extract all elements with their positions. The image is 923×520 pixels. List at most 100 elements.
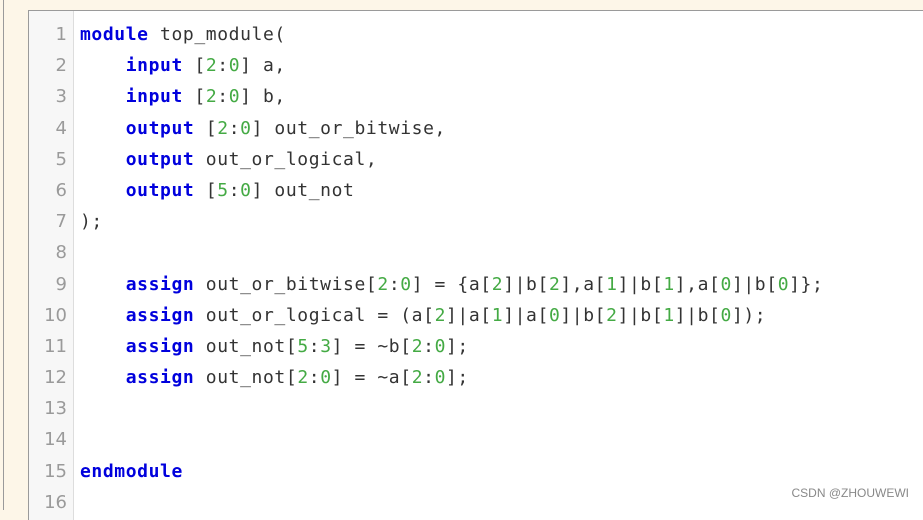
keyword-token: assign <box>125 335 195 357</box>
text-token: ]}; <box>789 273 824 295</box>
number-token: 1 <box>663 273 675 295</box>
code-text: input [2:0] a, <box>80 50 286 81</box>
text-token: : <box>388 273 401 295</box>
code-line[interactable]: 4 output [2:0] out_or_bitwise, <box>29 113 923 144</box>
code-lines: 1 module top_module(2 input [2:0] a, 3 inp… <box>29 19 923 518</box>
line-number: 6 <box>55 179 67 201</box>
text-token: ]|b[ <box>503 273 549 295</box>
text-token: ] out_not <box>251 179 355 201</box>
text-token: ] b, <box>240 86 286 108</box>
text-token: top_module( <box>148 24 286 45</box>
number-token: 2 <box>411 367 424 389</box>
code-line[interactable]: 16 <box>29 487 923 518</box>
text-token: : <box>217 86 229 108</box>
code-line[interactable]: 14 <box>29 424 923 455</box>
line-number: 10 <box>44 304 67 326</box>
code-text: ); <box>80 206 103 237</box>
number-token: 2 <box>434 304 446 326</box>
code-text: output [2:0] out_or_bitwise, <box>80 113 446 144</box>
code-line[interactable]: 15 endmodule <box>29 456 923 487</box>
number-token: 0 <box>228 55 241 77</box>
code-line[interactable]: 3 input [2:0] b, <box>29 81 923 112</box>
code-line[interactable]: 12 assign out_not[2:0] = ~a[2:0]; <box>29 362 923 393</box>
code-editor[interactable]: 1 module top_module(2 input [2:0] a, 3 inp… <box>28 10 923 520</box>
frame-border <box>3 0 4 510</box>
number-token: 5 <box>297 335 309 357</box>
number-token: 0 <box>777 273 790 295</box>
text-token: : <box>228 117 241 139</box>
text-token: ]|b[ <box>674 304 721 326</box>
text-token: : <box>228 179 241 201</box>
text-token: out_or_bitwise[ <box>194 273 378 295</box>
code-line[interactable]: 5 output out_or_logical, <box>29 144 923 175</box>
text-token: [ <box>194 179 218 201</box>
code-text: output [5:0] out_not <box>80 175 355 206</box>
text-token: out_not[ <box>194 335 298 357</box>
code-line[interactable]: 11 assign out_not[5:3] = ~b[2:0]; <box>29 331 923 362</box>
text-token: ]; <box>446 367 469 389</box>
number-token: 0 <box>240 117 252 139</box>
code-line[interactable]: 13 <box>29 393 923 424</box>
number-token: 2 <box>205 86 218 108</box>
code-text: endmodule <box>80 456 183 487</box>
code-text: output out_or_logical, <box>80 144 377 175</box>
keyword-token: assign <box>125 273 195 295</box>
code-line[interactable]: 2 input [2:0] a, <box>29 50 923 81</box>
line-number: 8 <box>55 242 67 264</box>
code-text: assign out_not[2:0] = ~a[2:0]; <box>80 362 469 393</box>
text-token: ); <box>80 211 103 233</box>
line-number: 4 <box>55 117 67 139</box>
text-token: out_or_logical = (a[ <box>194 304 435 326</box>
line-number: 2 <box>55 55 67 77</box>
code-text: assign out_or_logical = (a[2]|a[1]|a[0]|… <box>80 300 766 331</box>
number-token: 0 <box>548 304 561 326</box>
text-token: ] = ~b[ <box>331 335 412 357</box>
text-token: [ <box>182 86 206 108</box>
keyword-token: input <box>125 55 183 77</box>
text-token: ]|b[ <box>731 273 778 295</box>
code-text: module top_module( <box>80 19 286 50</box>
code-line[interactable]: 6 output [5:0] out_not <box>29 175 923 206</box>
code-line[interactable]: 7); <box>29 206 923 237</box>
keyword-token: input <box>125 86 183 108</box>
number-token: 0 <box>320 367 332 389</box>
line-number: 7 <box>55 211 67 233</box>
keyword-token: output <box>125 117 195 139</box>
watermark: CSDN @ZHOUWEWI <box>791 486 909 500</box>
text-token: out_or_logical, <box>194 148 378 170</box>
number-token: 2 <box>205 55 218 77</box>
code-line[interactable]: 9 assign out_or_bitwise[2:0] = {a[2]|b[2… <box>29 269 923 300</box>
number-token: 2 <box>606 304 618 326</box>
number-token: 0 <box>400 273 412 295</box>
code-text: input [2:0] b, <box>80 81 286 112</box>
number-token: 1 <box>663 304 675 326</box>
number-token: 3 <box>320 335 332 357</box>
code-text: assign out_or_bitwise[2:0] = {a[2]|b[2],… <box>80 269 823 300</box>
line-number: 11 <box>44 335 67 357</box>
code-line[interactable]: 8 <box>29 237 923 268</box>
number-token: 1 <box>491 304 504 326</box>
line-number: 13 <box>44 398 67 420</box>
code-line[interactable]: 1 module top_module( <box>29 19 923 50</box>
text-token: ]|b[ <box>617 304 664 326</box>
number-token: 2 <box>411 335 424 357</box>
number-token: 2 <box>548 273 561 295</box>
keyword-token: output <box>125 148 195 170</box>
line-number: 1 <box>55 24 67 45</box>
text-token: out_not[ <box>194 367 298 389</box>
code-line[interactable]: 10 assign out_or_logical = (a[2]|a[1]|a[… <box>29 300 923 331</box>
text-token: ]|a[ <box>503 304 549 326</box>
line-number: 5 <box>55 148 67 170</box>
text-token: ]|b[ <box>560 304 607 326</box>
text-token: : <box>423 367 435 389</box>
line-number: 14 <box>44 429 67 451</box>
